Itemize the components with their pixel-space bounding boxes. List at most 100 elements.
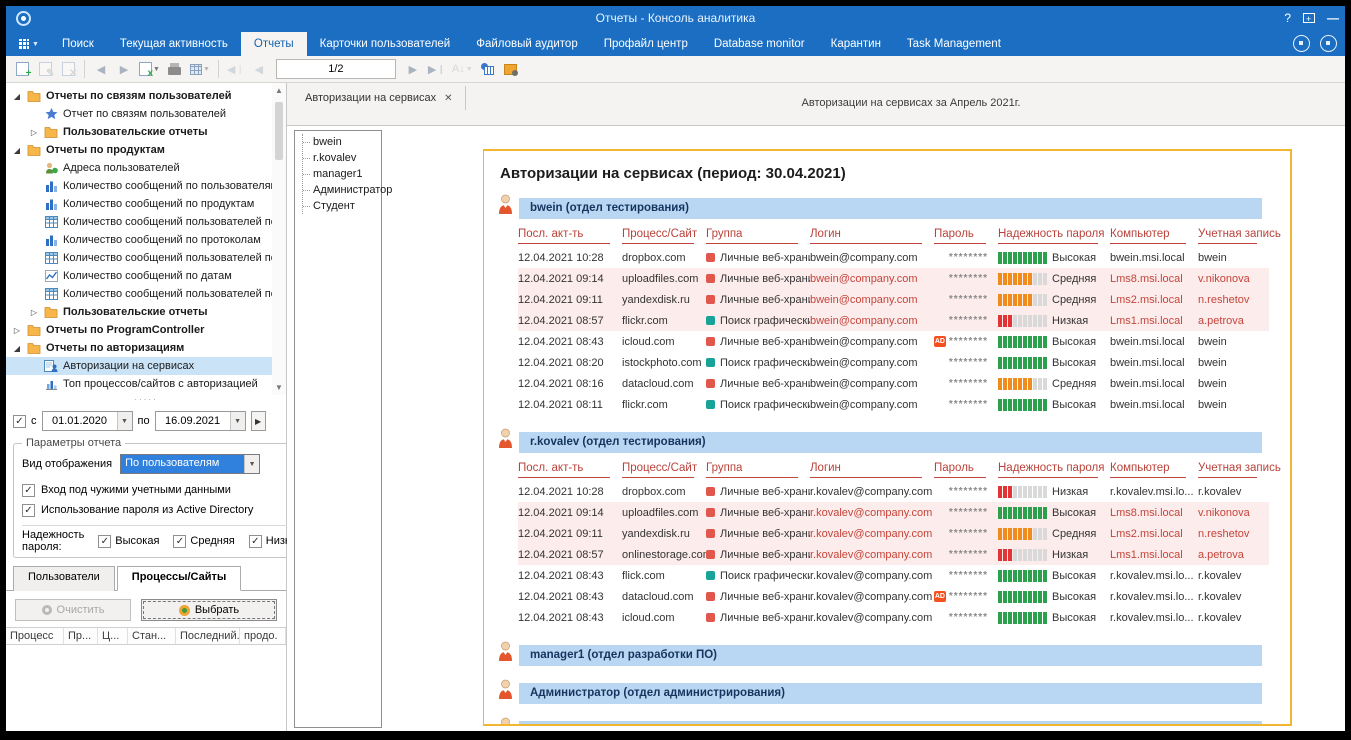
report-user-item[interactable]: Администратор <box>303 182 381 198</box>
table-column-header[interactable]: Группа <box>706 462 798 478</box>
menu-tab-профайл-центр[interactable]: Профайл центр <box>591 32 701 56</box>
tree-item[interactable]: Количество сообщений по пользователям <box>6 177 272 195</box>
table-row[interactable]: 12.04.2021 08:57flickr.comПоиск графичес… <box>518 310 1269 331</box>
menu-tab-текущая-активность[interactable]: Текущая активность <box>107 32 241 56</box>
table-row[interactable]: 12.04.2021 10:28dropbox.comЛичные веб-хр… <box>518 247 1269 268</box>
sort-button[interactable]: A↓▼ <box>450 59 475 80</box>
report-user-item[interactable]: r.kovalev <box>303 150 381 166</box>
table-row[interactable]: 12.04.2021 08:57onlinestorage.comЛичные … <box>518 544 1269 565</box>
print-button[interactable] <box>165 59 185 80</box>
table-column-header[interactable]: Пароль <box>934 228 986 244</box>
date-to-dropdown-icon[interactable]: ▼ <box>230 412 245 430</box>
help-button[interactable]: ? <box>1284 10 1291 26</box>
expand-icon[interactable]: ▷ <box>29 128 39 137</box>
clear-button[interactable]: Очистить <box>15 599 131 621</box>
strength-high-checkbox[interactable]: ✓ <box>98 535 111 548</box>
add-report-button[interactable]: + <box>12 59 32 80</box>
strength-low-checkbox[interactable]: ✓ <box>249 535 262 548</box>
view-mode-select[interactable]: По пользователям ▼ <box>120 454 260 474</box>
user-schedule-button[interactable] <box>478 59 498 80</box>
collapse-icon[interactable]: ◢ <box>12 344 22 353</box>
date-from-input[interactable] <box>43 412 117 430</box>
user-section-header[interactable]: bwein (отдел тестирования) <box>519 198 1262 219</box>
user-section-header[interactable]: r.kovalev (отдел тестирования) <box>519 432 1262 453</box>
edit-report-button[interactable]: ✎ <box>35 59 55 80</box>
menu-tab-поиск[interactable]: Поиск <box>49 32 107 56</box>
ribbon-style-icon[interactable] <box>1320 35 1337 52</box>
process-column-header[interactable]: Ц... <box>98 628 128 644</box>
menu-tab-отчеты[interactable]: Отчеты <box>241 32 307 56</box>
scroll-down-icon[interactable]: ▼ <box>275 383 283 395</box>
ad-password-checkbox[interactable]: ✓ <box>22 504 35 517</box>
process-column-header[interactable]: Пр... <box>64 628 98 644</box>
menu-tab-task-management[interactable]: Task Management <box>894 32 1014 56</box>
scroll-up-icon[interactable]: ▲ <box>275 83 283 98</box>
process-column-header[interactable]: Последний... <box>176 628 240 644</box>
table-column-header[interactable]: Логин <box>810 228 922 244</box>
last-page-button[interactable]: ▶❘ <box>426 59 447 80</box>
tab-processes[interactable]: Процессы/Сайты <box>117 566 242 591</box>
prev-page-button[interactable]: ◀ <box>249 59 269 80</box>
table-row[interactable]: 12.04.2021 08:11flickr.comПоиск графичес… <box>518 394 1269 415</box>
report-user-item[interactable]: manager1 <box>303 166 381 182</box>
strength-medium-checkbox[interactable]: ✓ <box>173 535 186 548</box>
tree-item[interactable]: ▷Пользовательские отчеты <box>6 123 272 141</box>
menu-tab-файловый-аудитор[interactable]: Файловый аудитор <box>463 32 591 56</box>
tab-users[interactable]: Пользователи <box>13 566 115 591</box>
date-to-input[interactable] <box>156 412 230 430</box>
tree-item[interactable]: Количество сообщений пользователей по пр… <box>6 213 272 231</box>
table-column-header[interactable]: Надежность пароля <box>998 462 1098 478</box>
process-column-header[interactable]: Стан... <box>128 628 176 644</box>
user-section-header[interactable]: Студент (отдел разработки ПО) <box>519 721 1262 726</box>
export-button[interactable]: x▼ <box>137 59 162 80</box>
table-column-header[interactable]: Посл. акт-ть <box>518 462 610 478</box>
expand-icon[interactable]: ▷ <box>29 308 39 317</box>
forward-button[interactable]: ▶ <box>114 59 134 80</box>
tree-item[interactable]: Количество сообщений пользователей по да… <box>6 285 272 303</box>
table-row[interactable]: 12.04.2021 10:28dropbox.comЛичные веб-хр… <box>518 481 1269 502</box>
tree-item[interactable]: Авторизации на сервисах <box>6 357 272 375</box>
app-menu-button[interactable]: ▼ <box>6 32 49 56</box>
table-row[interactable]: 12.04.2021 09:11yandexdisk.ruЛичные веб-… <box>518 523 1269 544</box>
scroll-thumb[interactable] <box>275 102 283 160</box>
table-row[interactable]: 12.04.2021 08:43datacloud.comЛичные веб-… <box>518 586 1269 607</box>
table-column-header[interactable]: Процесс/Сайт <box>622 462 694 478</box>
menu-tab-карантин[interactable]: Карантин <box>818 32 894 56</box>
tree-item[interactable]: ◢Отчеты по авторизациям <box>6 339 272 357</box>
apply-period-button[interactable]: ▶ <box>251 411 266 431</box>
menu-tab-карточки-пользователей[interactable]: Карточки пользователей <box>307 32 464 56</box>
ribbon-settings-icon[interactable] <box>1293 35 1310 52</box>
tree-item[interactable]: Отчет по связям пользователей <box>6 105 272 123</box>
table-row[interactable]: 12.04.2021 08:43icloud.comЛичные веб-хра… <box>518 607 1269 628</box>
table-column-header[interactable]: Посл. акт-ть <box>518 228 610 244</box>
table-row[interactable]: 12.04.2021 09:11yandexdisk.ruЛичные веб-… <box>518 289 1269 310</box>
tree-item[interactable]: Количество сообщений по протоколам <box>6 231 272 249</box>
tree-item[interactable]: ◢Отчеты по связям пользователей <box>6 87 272 105</box>
tree-item[interactable]: Топ процессов/сайтов с авторизацией <box>6 375 272 393</box>
table-row[interactable]: 12.04.2021 09:14uploadfiles.comЛичные ве… <box>518 502 1269 523</box>
tree-item[interactable]: ▷Пользовательские отчеты <box>6 303 272 321</box>
next-page-button[interactable]: ▶ <box>403 59 423 80</box>
process-column-header[interactable]: Процесс <box>6 628 64 644</box>
select-button[interactable]: Выбрать <box>141 599 277 621</box>
minimize-button[interactable]: — <box>1327 10 1339 26</box>
table-view-button[interactable]: ▼ <box>188 59 212 80</box>
tree-item[interactable]: Количество сообщений по продуктам <box>6 195 272 213</box>
table-column-header[interactable]: Учетная запись <box>1198 462 1257 478</box>
table-column-header[interactable]: Логин <box>810 462 922 478</box>
menu-tab-database-monitor[interactable]: Database monitor <box>701 32 818 56</box>
report-settings-button[interactable] <box>501 59 521 80</box>
tree-scrollbar[interactable]: ▲ ▼ <box>272 83 286 395</box>
document-tab[interactable]: Авторизации на сервисах ✕ <box>293 86 466 110</box>
table-column-header[interactable]: Компьютер <box>1110 228 1186 244</box>
table-row[interactable]: 12.04.2021 09:14uploadfiles.comЛичные ве… <box>518 268 1269 289</box>
foreign-credentials-checkbox[interactable]: ✓ <box>22 484 35 497</box>
maximize-button[interactable] <box>1303 13 1315 23</box>
user-section-header[interactable]: Администратор (отдел администрирования) <box>519 683 1262 704</box>
first-page-button[interactable]: ◀❘ <box>225 59 246 80</box>
report-user-item[interactable]: Студент <box>303 198 381 214</box>
close-icon[interactable]: ✕ <box>444 93 452 104</box>
process-column-header[interactable]: продо. <box>240 628 286 644</box>
table-column-header[interactable]: Компьютер <box>1110 462 1186 478</box>
table-column-header[interactable]: Надежность пароля <box>998 228 1098 244</box>
